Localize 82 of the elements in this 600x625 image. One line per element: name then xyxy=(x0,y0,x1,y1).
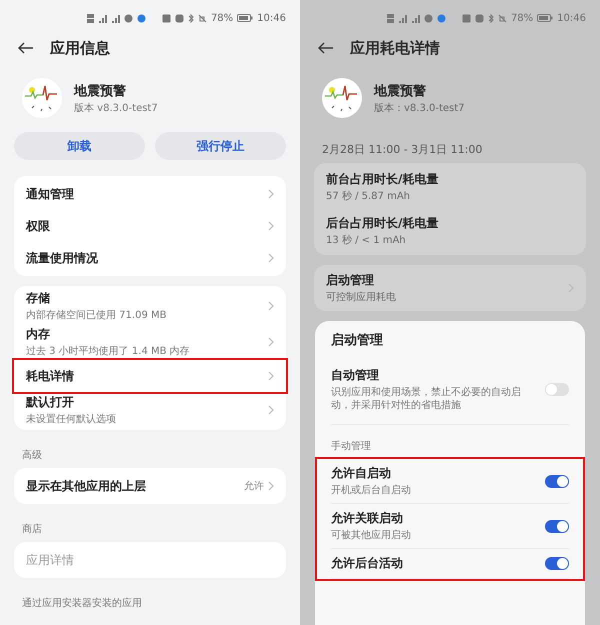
app-name: 地震预警 xyxy=(74,82,127,100)
item-subtitle: 未设置任何默认选项 xyxy=(26,413,116,426)
chevron-right-icon xyxy=(268,301,274,311)
item-subtitle: 开机或后台自启动 xyxy=(331,484,411,497)
item-subtitle: 13 秒 / < 1 mAh xyxy=(326,234,407,247)
item-subtitle: 过去 3 小时平均使用了 1.4 MB 内存 xyxy=(26,345,190,358)
bluetooth-icon xyxy=(188,14,194,22)
settings-item[interactable]: 存储 内部存储空间已使用 71.09 MB xyxy=(22,288,278,324)
chevron-right-icon xyxy=(268,189,274,199)
item-title: 内存 xyxy=(26,326,51,343)
settings-item[interactable]: 权限 xyxy=(22,210,278,242)
toggle-switch[interactable] xyxy=(545,383,569,396)
footnote: 通过应用安装器安装的应用 xyxy=(22,596,143,610)
chevron-right-icon xyxy=(568,283,574,293)
chevron-right-icon xyxy=(268,221,274,231)
action-button[interactable]: 卸载 xyxy=(14,132,145,160)
back-arrow-icon[interactable] xyxy=(18,42,34,54)
item-subtitle: 57 秒 / 5.87 mAh xyxy=(326,190,411,203)
item-subtitle: 识别应用和使用场景，禁止不必要的自动启动，并采用针对性的省电措施 xyxy=(331,386,522,412)
chevron-right-icon xyxy=(268,481,274,491)
page-title: 应用信息 xyxy=(50,38,110,58)
item-title: 应用详情 xyxy=(26,552,74,568)
app-notification-icon xyxy=(136,14,146,22)
chevron-right-icon xyxy=(268,371,274,381)
item-title: 显示在其他应用的上层 xyxy=(26,478,146,494)
sim-card-icon xyxy=(86,14,94,22)
signal-icon xyxy=(110,14,120,22)
battery-level: 78% xyxy=(510,12,534,24)
settings-item[interactable]: 流量使用情况 xyxy=(22,242,278,274)
item-title: 允许关联启动 xyxy=(331,510,404,527)
settings-item[interactable]: 通知管理 xyxy=(22,178,278,210)
item-title: 前台占用时长/耗电量 xyxy=(326,171,438,188)
chevron-right-icon xyxy=(268,253,274,263)
section-label: 商店 xyxy=(22,522,43,536)
signal-icon xyxy=(398,14,407,22)
app-logo-icon xyxy=(322,78,362,118)
settings-item[interactable]: 默认打开 未设置任何默认选项 xyxy=(22,392,278,428)
item-value: 允许 xyxy=(244,480,264,493)
signal-icon xyxy=(410,14,420,22)
battery-level: 78% xyxy=(210,12,234,24)
section-label: 手动管理 xyxy=(331,440,372,453)
settings-item[interactable]: 耗电详情 xyxy=(14,360,286,392)
toggle-switch[interactable] xyxy=(545,520,569,532)
app-notification-icon xyxy=(436,14,446,22)
item-title: 允许后台活动 xyxy=(331,555,403,572)
item-title: 启动管理 xyxy=(326,272,375,289)
settings-item[interactable]: 内存 过去 3 小时平均使用了 1.4 MB 内存 xyxy=(22,324,278,360)
app-version: 版本：v8.3.0-test7 xyxy=(374,102,465,114)
launch-card[interactable]: 启动管理 可控制应用耗电 xyxy=(314,265,586,311)
item-title: 自动管理 xyxy=(331,367,380,384)
action-button[interactable]: 强行停止 xyxy=(155,132,286,160)
app-version: 版本 v8.3.0-test7 xyxy=(74,102,158,114)
clock-time: 10:46 xyxy=(257,12,286,24)
item-title: 默认打开 xyxy=(26,394,75,411)
item-title: 流量使用情况 xyxy=(26,250,98,266)
item-title: 通知管理 xyxy=(26,186,74,202)
settings-item[interactable]: 显示在其他应用的上层 允许 xyxy=(22,470,278,502)
battery-icon xyxy=(237,14,254,22)
back-arrow-icon[interactable] xyxy=(318,42,334,54)
item-title: 权限 xyxy=(26,218,50,234)
app-logo-icon xyxy=(22,78,62,118)
toggle-switch[interactable] xyxy=(545,557,569,570)
item-title: 后台占用时长/耗电量 xyxy=(326,215,438,232)
app-name: 地震预警 xyxy=(374,82,427,100)
item-subtitle: 可控制应用耗电 xyxy=(326,291,396,304)
clock-time: 10:46 xyxy=(557,12,586,24)
item-subtitle: 内部存储空间已使用 71.09 MB xyxy=(26,309,166,322)
item-title: 存储 xyxy=(26,290,51,307)
section-label: 高级 xyxy=(22,448,43,462)
sheet-title: 启动管理 xyxy=(331,332,384,349)
bluetooth-icon xyxy=(488,14,494,22)
battery-icon xyxy=(537,14,554,22)
date-range: 2月28日 11:00 - 3月1日 11:00 xyxy=(322,142,484,157)
item-title: 允许自启动 xyxy=(331,465,392,482)
chevron-right-icon xyxy=(268,337,274,347)
toggle-switch[interactable] xyxy=(545,474,569,488)
item-subtitle: 可被其他应用启动 xyxy=(331,529,411,542)
page-title: 应用耗电详情 xyxy=(350,38,440,58)
signal-icon xyxy=(98,14,107,22)
sim-card-icon xyxy=(386,14,394,22)
chevron-right-icon xyxy=(268,405,274,415)
item-title: 耗电详情 xyxy=(26,368,74,384)
